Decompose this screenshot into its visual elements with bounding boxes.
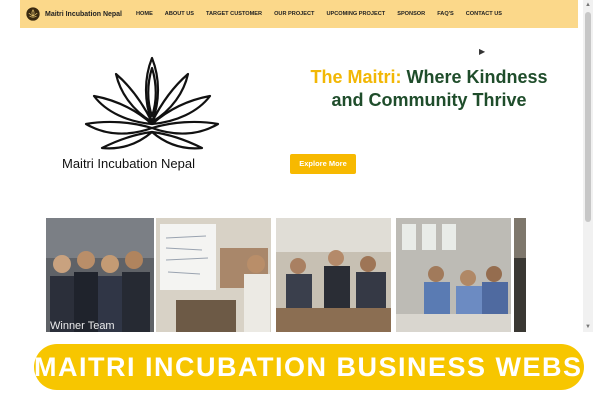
- photo-classroom-image: [396, 218, 511, 332]
- nav-link-our-project[interactable]: OUR PROJECT: [274, 11, 314, 17]
- mouse-cursor-icon: ▶: [479, 47, 486, 56]
- photo-group-image: [46, 218, 154, 332]
- headline-accent: The Maitri:: [310, 67, 402, 87]
- scroll-up-arrow-icon[interactable]: ▲: [583, 0, 593, 10]
- hero-headline: The Maitri: Where Kindness and Community…: [298, 66, 560, 112]
- title-banner: MAITRI INCUBATION BUSINESS WEBSITE: [34, 344, 600, 390]
- navbar: Maitri Incubation Nepal HOME ABOUT US TA…: [20, 0, 578, 28]
- gallery-photo-whiteboard[interactable]: [156, 218, 271, 332]
- nav-link-home[interactable]: HOME: [136, 11, 153, 17]
- lotus-logo-icon: [84, 56, 220, 150]
- photo-students-image: [276, 218, 391, 332]
- gallery-photo-winner-team[interactable]: Winner Team: [46, 218, 154, 332]
- brand-name: Maitri Incubation Nepal: [45, 10, 123, 18]
- browser-viewport: Maitri Incubation Nepal HOME ABOUT US TA…: [20, 0, 578, 332]
- photo-workshop-image: [156, 218, 271, 332]
- scrollbar[interactable]: ▲ ▼: [583, 0, 593, 332]
- lotus-icon: [26, 7, 40, 21]
- photo-gallery: Winner Team: [20, 218, 578, 332]
- brand[interactable]: Maitri Incubation Nepal: [26, 7, 122, 21]
- gallery-photo-group-work[interactable]: [276, 218, 391, 332]
- nav-link-faqs[interactable]: FAQ'S: [437, 11, 454, 17]
- scrollbar-thumb[interactable]: [585, 12, 591, 222]
- nav-link-about-us[interactable]: ABOUT US: [165, 11, 194, 17]
- photo-caption: Winner Team: [50, 320, 115, 332]
- hero-logo-text: Maitri Incubation Nepal: [62, 156, 195, 171]
- nav-link-contact-us[interactable]: CONTACT US: [466, 11, 502, 17]
- nav-link-target-customer[interactable]: TARGET CUSTOMER: [206, 11, 262, 17]
- nav-links: HOME ABOUT US TARGET CUSTOMER OUR PROJEC…: [136, 11, 514, 17]
- explore-more-button[interactable]: Explore More: [290, 154, 356, 174]
- nav-link-upcoming-project[interactable]: UPCOMING PROJECT: [326, 11, 385, 17]
- gallery-photo-partial[interactable]: [514, 218, 526, 332]
- scroll-down-arrow-icon[interactable]: ▼: [583, 322, 593, 332]
- nav-link-sponsor[interactable]: SPONSOR: [397, 11, 425, 17]
- gallery-photo-classroom[interactable]: [396, 218, 511, 332]
- photo-partial-image: [514, 218, 526, 332]
